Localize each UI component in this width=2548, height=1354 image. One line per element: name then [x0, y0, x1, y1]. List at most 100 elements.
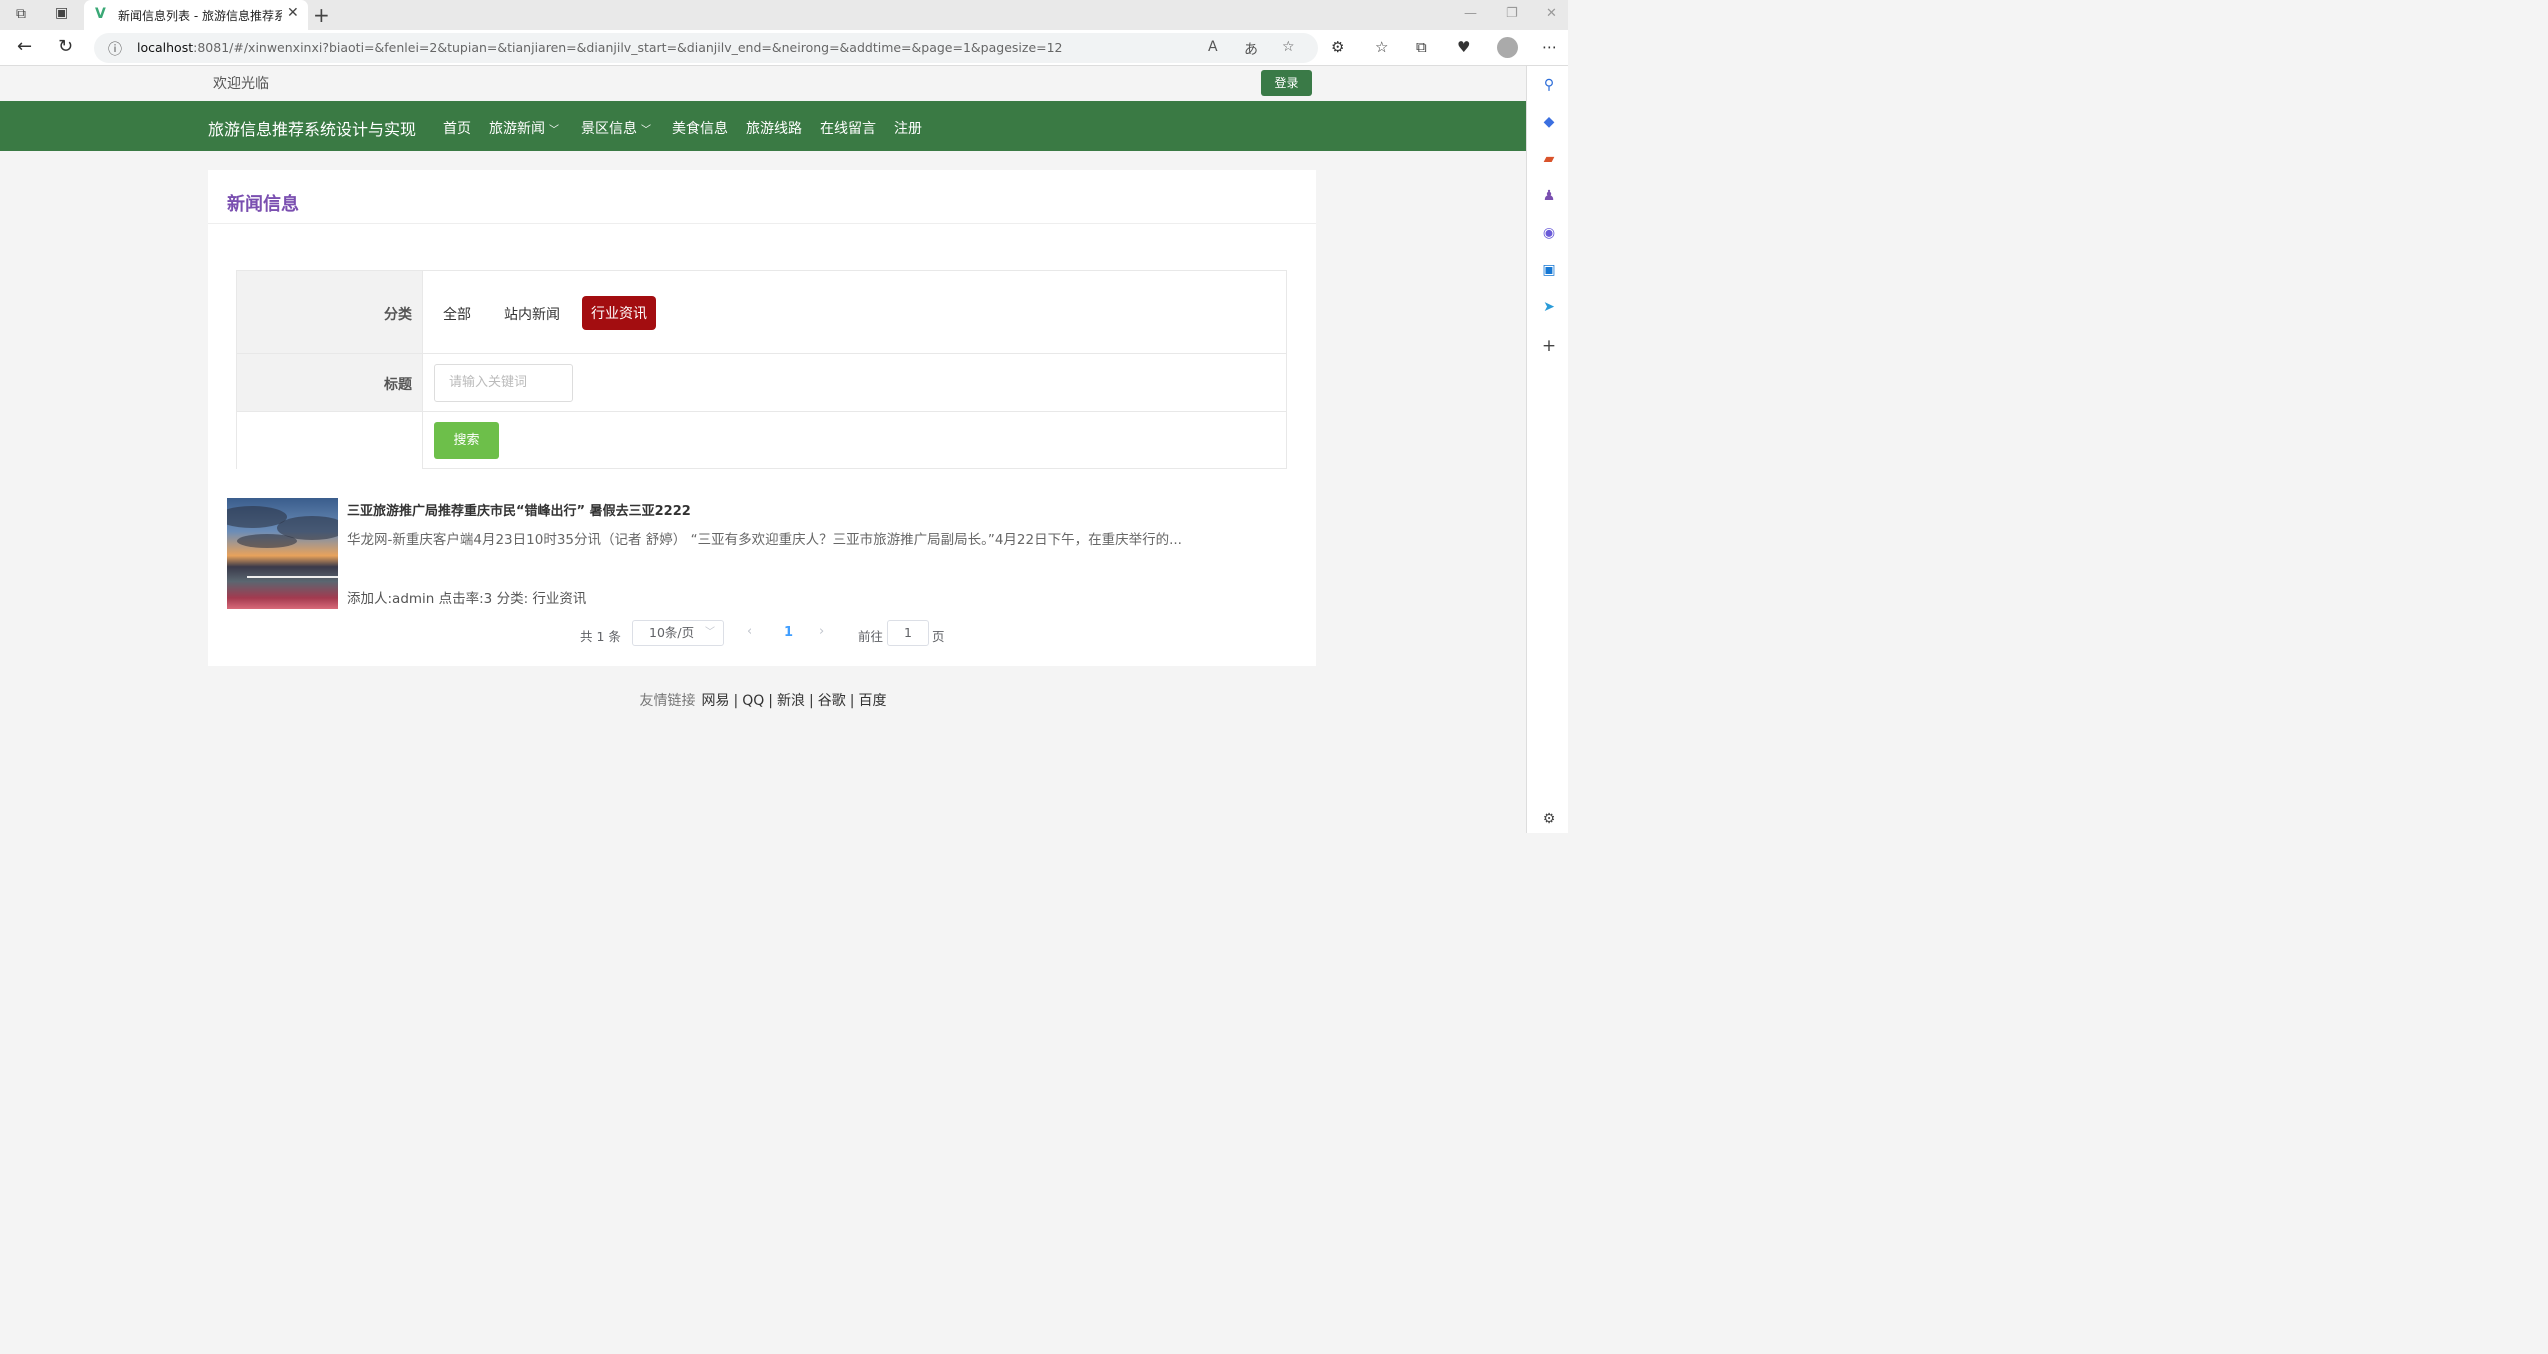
category-all[interactable]: 全部 — [443, 304, 471, 324]
footer-label: 友情链接 — [639, 693, 696, 709]
nav-travel-news-label: 旅游新闻 — [489, 121, 545, 137]
title-label: 标题 — [384, 377, 412, 393]
browser-essentials-icon[interactable]: ♥ — [1457, 38, 1470, 56]
next-page-icon[interactable]: › — [819, 624, 824, 639]
close-window-icon[interactable]: ✕ — [1546, 6, 1557, 21]
footer-link-sina[interactable]: 新浪 — [777, 693, 805, 709]
new-tab-icon[interactable]: + — [313, 3, 330, 27]
nav-food[interactable]: 美食信息 — [672, 118, 728, 138]
tab-title: 新闻信息列表 - 旅游信息推荐系统 — [118, 9, 282, 23]
prev-page-icon[interactable]: ‹ — [747, 624, 752, 639]
nav-home[interactable]: 首页 — [443, 118, 471, 138]
games-icon[interactable]: ♟ — [1540, 187, 1558, 205]
goto-page-input[interactable]: 1 — [887, 620, 929, 646]
send-icon[interactable]: ➤ — [1540, 298, 1558, 316]
empty-label-cell — [237, 412, 423, 469]
add-icon[interactable]: + — [1540, 337, 1558, 355]
news-meta: 添加人:admin 点击率:3 分类: 行业资讯 — [347, 591, 587, 607]
close-tab-icon[interactable]: ✕ — [287, 5, 299, 21]
page-number[interactable]: 1 — [784, 625, 793, 640]
read-aloud-icon[interactable]: A — [1208, 39, 1218, 55]
workspaces-icon[interactable]: ⧉ — [16, 6, 26, 22]
extensions-icon[interactable]: ⚙ — [1331, 38, 1344, 56]
news-summary: 华龙网-新重庆客户端4月23日10时35分讯（记者 舒婷） “三亚有多欢迎重庆人… — [347, 532, 1182, 548]
url-text: localhost:8081/#/xinwenxinxi?biaoti=&fen… — [137, 40, 1063, 55]
restore-icon[interactable]: ❐ — [1506, 6, 1518, 21]
favorite-star-icon[interactable]: ☆ — [1282, 39, 1295, 55]
category-label-cell: 分类 — [237, 271, 423, 353]
profile-avatar[interactable] — [1497, 37, 1518, 58]
url-path: :8081/#/xinwenxinxi?biaoti=&fenlei=2&tup… — [193, 40, 1063, 55]
page-size-value: 10条/页 — [649, 625, 695, 640]
edge-sidebar: ⚲ ◆ ▰ ♟ ◉ ▣ ➤ + ⚙ — [1526, 66, 1568, 833]
footer-separator: | — [733, 693, 739, 709]
category-site-news[interactable]: 站内新闻 — [504, 304, 560, 324]
nav-scenic-spots-label: 景区信息 — [581, 121, 637, 137]
news-list-item[interactable]: 三亚旅游推广局推荐重庆市民“错峰出行” 暑假去三亚2222 华龙网-新重庆客户端… — [227, 498, 1297, 609]
browser-address-bar: ← ↻ ⓘ localhost:8081/#/xinwenxinxi?biaot… — [0, 30, 1568, 66]
footer-link-qq[interactable]: QQ — [742, 693, 764, 709]
browser-tab-bar: ⧉ ▣ V 新闻信息列表 - 旅游信息推荐系统 ✕ + — ❐ ✕ — [0, 0, 1568, 30]
top-strip: 欢迎光临 登录 — [0, 66, 1526, 101]
news-title[interactable]: 三亚旅游推广局推荐重庆市民“错峰出行” 暑假去三亚2222 — [347, 500, 691, 519]
favorites-icon[interactable]: ☆ — [1375, 38, 1388, 56]
vue-favicon-icon: V — [95, 6, 106, 22]
translate-icon[interactable]: あ — [1244, 39, 1258, 59]
refresh-icon[interactable]: ↻ — [58, 36, 73, 57]
shopping-tag-icon[interactable]: ◆ — [1540, 113, 1558, 131]
more-menu-icon[interactable]: ⋯ — [1542, 38, 1557, 56]
search-icon[interactable]: ⚲ — [1540, 76, 1558, 94]
site-info-icon[interactable]: ⓘ — [108, 39, 122, 59]
pagination-total: 共 1 条 — [580, 629, 621, 644]
page-unit-label: 页 — [932, 629, 945, 644]
settings-gear-icon[interactable]: ⚙ — [1540, 810, 1558, 828]
filter-panel: 分类 全部 站内新闻 行业资讯 标题 请输入关键词 搜索 — [236, 270, 1287, 469]
title-label-cell: 标题 — [237, 354, 423, 411]
nav-scenic-spots[interactable]: 景区信息 ﹀ — [581, 118, 651, 138]
footer-separator: | — [809, 693, 814, 709]
footer-separator: | — [768, 693, 774, 709]
title-search-row: 标题 请输入关键词 — [237, 354, 1286, 412]
microsoft365-icon[interactable]: ◉ — [1540, 224, 1558, 242]
tools-icon[interactable]: ▰ — [1540, 150, 1558, 168]
thumbnail-railing — [247, 576, 338, 578]
page-size-select[interactable]: 10条/页 ﹀ — [632, 620, 724, 646]
page-title: 新闻信息 — [227, 194, 299, 215]
nav-routes[interactable]: 旅游线路 — [746, 118, 802, 138]
news-card: 新闻信息 分类 全部 站内新闻 行业资讯 标题 请输入关键词 搜索 三亚旅游推广… — [208, 170, 1316, 666]
welcome-text: 欢迎光临 — [213, 76, 269, 92]
thumbnail-cloud — [237, 534, 297, 548]
footer-link-google[interactable]: 谷歌 — [818, 693, 846, 709]
category-industry-news[interactable]: 行业资讯 — [582, 296, 656, 330]
nav-messages[interactable]: 在线留言 — [820, 118, 876, 138]
footer-link-163[interactable]: 网易 — [702, 693, 730, 709]
main-nav: 旅游信息推荐系统设计与实现 首页 旅游新闻 ﹀ 景区信息 ﹀ 美食信息 旅游线路 在… — [0, 101, 1526, 151]
keyword-input[interactable]: 请输入关键词 — [434, 364, 573, 402]
footer-link-baidu[interactable]: 百度 — [858, 693, 886, 709]
category-row: 分类 全部 站内新闻 行业资讯 — [237, 271, 1286, 354]
title-divider — [208, 223, 1316, 224]
chevron-down-icon: ﹀ — [705, 627, 715, 638]
tab-actions-icon[interactable]: ▣ — [55, 5, 68, 21]
nav-travel-news[interactable]: 旅游新闻 ﹀ — [489, 118, 559, 138]
footer-links: 友情链接 网易 | QQ | 新浪 | 谷歌 | 百度 — [0, 690, 1526, 710]
minimize-icon[interactable]: — — [1464, 6, 1477, 21]
chevron-down-icon: ﹀ — [549, 125, 559, 136]
news-thumbnail[interactable] — [227, 498, 338, 609]
category-label: 分类 — [384, 307, 412, 323]
footer-separator: | — [849, 693, 855, 709]
login-button[interactable]: 登录 — [1261, 70, 1312, 96]
site-brand[interactable]: 旅游信息推荐系统设计与实现 — [208, 116, 416, 140]
collections-icon[interactable]: ⧉ — [1416, 38, 1427, 56]
search-button-row: 搜索 — [237, 412, 1286, 469]
pagination: 共 1 条 10条/页 ﹀ ‹ 1 › 前往 1 页 — [208, 620, 1316, 648]
chevron-down-icon: ﹀ — [641, 125, 651, 136]
back-icon[interactable]: ← — [17, 36, 32, 57]
search-button[interactable]: 搜索 — [434, 422, 499, 459]
outlook-icon[interactable]: ▣ — [1540, 261, 1558, 279]
url-field[interactable]: ⓘ localhost:8081/#/xinwenxinxi?biaoti=&f… — [94, 33, 1318, 63]
browser-tab[interactable]: V 新闻信息列表 - 旅游信息推荐系统 ✕ — [84, 0, 308, 30]
nav-register[interactable]: 注册 — [894, 118, 922, 138]
url-host: localhost — [137, 40, 194, 55]
goto-label: 前往 — [858, 629, 884, 644]
